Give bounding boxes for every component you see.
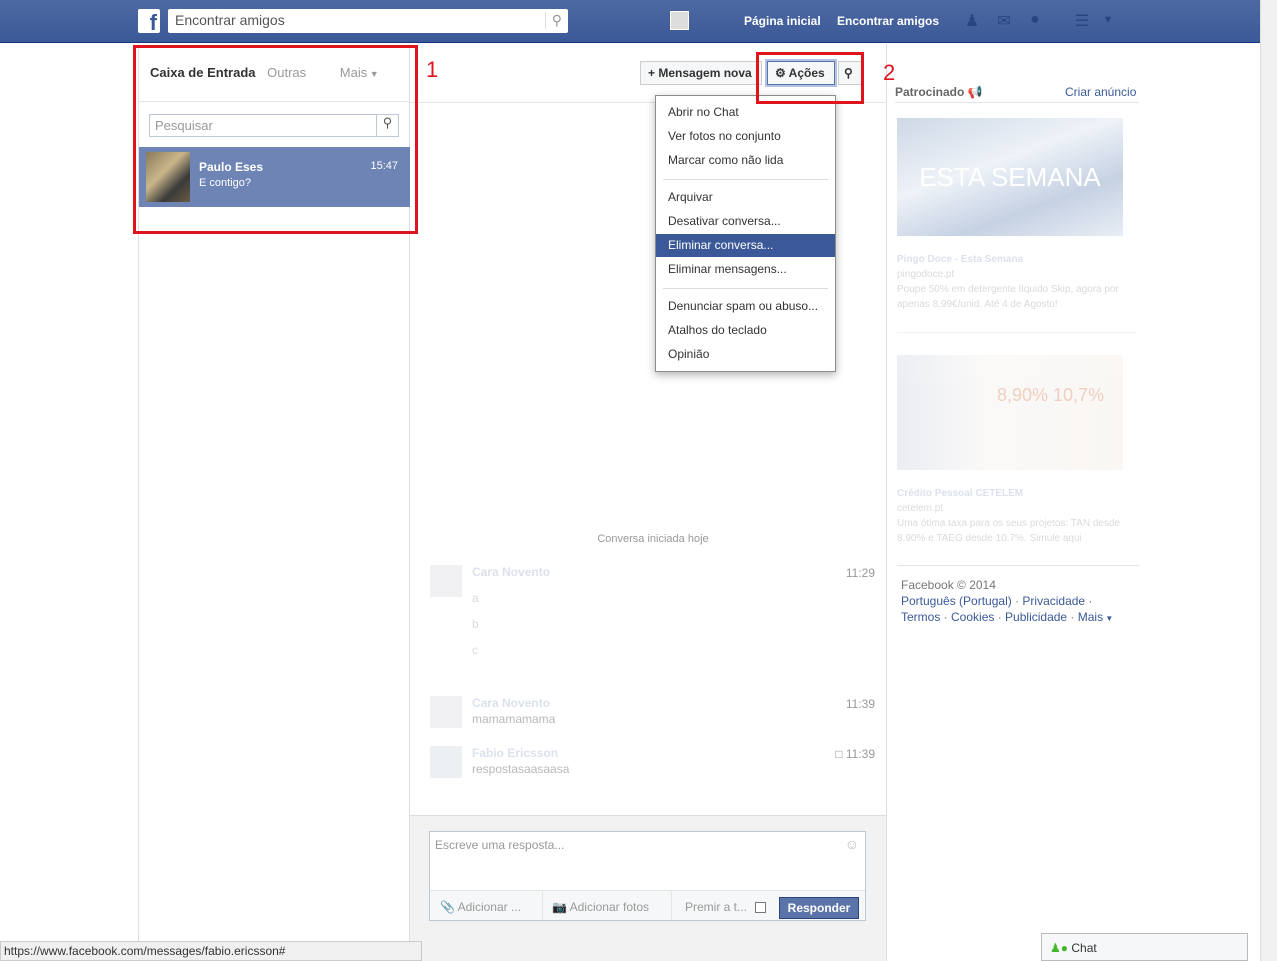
conversation-started-label: Conversa iniciada hoje <box>597 533 709 545</box>
divider <box>897 565 1139 566</box>
menu-item-feedback[interactable]: Opinião <box>656 343 835 366</box>
home-link[interactable]: Página inicial <box>744 14 821 28</box>
plus-icon: + <box>648 66 659 80</box>
copyright: Facebook © 2014 <box>901 578 996 592</box>
message-time: 11:29 <box>845 566 875 580</box>
menu-item-open-chat[interactable]: Abrir no Chat <box>656 101 835 124</box>
online-status-icon: ♟● <box>1050 941 1069 955</box>
notifications-globe-icon[interactable]: ● <box>1025 11 1045 31</box>
press-enter-checkbox[interactable] <box>755 902 766 913</box>
annotation-box-1 <box>133 45 418 234</box>
menu-item-mute[interactable]: Desativar conversa... <box>656 210 835 233</box>
ad-domain: pingodoce.pt <box>897 269 955 280</box>
menu-item-report-spam[interactable]: Denunciar spam ou abuso... <box>656 295 835 318</box>
footer-link-cookies[interactable]: Cookies <box>951 610 994 624</box>
message-author[interactable]: Cara Novento <box>472 565 550 579</box>
find-friends-search[interactable]: Encontrar amigos ⚲ <box>168 9 568 33</box>
message-line: b <box>472 617 479 631</box>
ad-text: Uma ótima taxa para os seus projetos: TA… <box>897 518 1121 544</box>
divider <box>895 102 1139 103</box>
message-time: 11:39 <box>845 747 875 761</box>
divider <box>886 44 887 961</box>
add-file-button[interactable]: Adicionar ... <box>458 900 521 914</box>
press-enter-label: Premir a t... <box>685 900 748 914</box>
ad-image-text: 8,90% 10,7% <box>997 385 1105 405</box>
emoticon-icon[interactable]: ☺ <box>845 836 859 852</box>
chat-bubble-icon: □ <box>835 747 846 761</box>
message-line: mamamamama <box>472 712 556 726</box>
ad-domain: cetelem.pt <box>897 503 944 514</box>
footer-link-terms[interactable]: Termos <box>901 610 940 624</box>
message-author[interactable]: Cara Novento <box>472 696 550 710</box>
menu-item-view-photos[interactable]: Ver fotos no conjunto <box>656 125 835 148</box>
find-friends-link[interactable]: Encontrar amigos <box>837 14 939 28</box>
facebook-logo-icon[interactable]: f <box>138 9 160 35</box>
menu-item-mark-unread[interactable]: Marcar como não lida <box>656 149 835 172</box>
account-menu-chevron-icon[interactable]: ▼ <box>1098 14 1118 34</box>
ad-image-text: ESTA SEMANA <box>919 162 1101 192</box>
top-bar: f Encontrar amigos ⚲ Página inicial Encon… <box>0 0 1260 43</box>
sponsored-heading: Patrocinado <box>895 85 965 99</box>
messages-icon[interactable]: ✉ <box>994 11 1014 31</box>
profile-avatar[interactable] <box>670 11 689 30</box>
ad-image[interactable]: ESTA SEMANA <box>897 118 1123 236</box>
actions-menu: Abrir no Chat Ver fotos no conjunto Marc… <box>655 95 836 372</box>
ad-text: Poupe 50% em detergente líquido Skip, ag… <box>897 284 1119 310</box>
status-bar-url: https://www.facebook.com/messages/fabio.… <box>0 941 422 961</box>
annotation-box-2 <box>756 52 864 104</box>
megaphone-icon: 📢 <box>967 85 983 99</box>
message-time: 11:39 <box>845 697 875 711</box>
ad-title[interactable]: Crédito Pessoal CETELEM <box>897 486 1137 501</box>
add-photos-button[interactable]: Adicionar fotos <box>570 900 649 914</box>
message-author[interactable]: Fabio Ericsson <box>472 746 558 760</box>
footer-link-more[interactable]: Mais <box>1078 610 1103 624</box>
paperclip-icon: 📎 <box>440 900 455 914</box>
ad-image[interactable]: 8,90% 10,7% <box>897 355 1123 470</box>
annotation-label-1: 1 <box>426 57 439 82</box>
create-ad-link[interactable]: Criar anúncio <box>1065 85 1136 99</box>
footer-link-privacy[interactable]: Privacidade <box>1022 594 1085 608</box>
footer-link-advertising[interactable]: Publicidade <box>1005 610 1067 624</box>
menu-item-archive[interactable]: Arquivar <box>656 186 835 209</box>
menu-separator <box>663 288 828 289</box>
chevron-down-icon: ▼ <box>1103 614 1114 623</box>
footer-link-language[interactable]: Português (Portugal) <box>901 594 1012 608</box>
message-line: respostasaasaasa <box>472 762 570 776</box>
menu-item-keyboard-shortcuts[interactable]: Atalhos do teclado <box>656 319 835 342</box>
new-message-button[interactable]: + Mensagem nova <box>640 61 762 85</box>
menu-separator <box>663 179 828 180</box>
message-line: a <box>472 591 479 605</box>
annotation-label-2: 2 <box>883 60 896 85</box>
message-line: c <box>472 643 478 657</box>
ad-title[interactable]: Pingo Doce - Esta Semana <box>897 252 1137 267</box>
page-scrollbar[interactable] <box>1260 0 1277 961</box>
chat-label: Chat <box>1071 941 1097 955</box>
friend-requests-icon[interactable]: ♟ <box>962 11 982 31</box>
chat-tab[interactable]: ♟● Chat <box>1041 933 1248 961</box>
menu-item-delete-conversation[interactable]: Eliminar conversa... <box>656 234 835 257</box>
new-message-label: Mensagem nova <box>658 66 752 80</box>
menu-item-delete-messages[interactable]: Eliminar mensagens... <box>656 258 835 281</box>
reply-composer: Escreve uma resposta... ☺ 📎 Adicionar ..… <box>429 831 866 921</box>
privacy-shortcuts-icon[interactable]: ☰ <box>1072 11 1092 31</box>
camera-icon: 📷 <box>552 900 567 914</box>
search-icon[interactable]: ⚲ <box>544 12 562 29</box>
reply-input[interactable]: Escreve uma resposta... <box>435 838 564 852</box>
reply-button[interactable]: Responder <box>779 897 859 919</box>
search-placeholder: Encontrar amigos <box>175 12 285 28</box>
